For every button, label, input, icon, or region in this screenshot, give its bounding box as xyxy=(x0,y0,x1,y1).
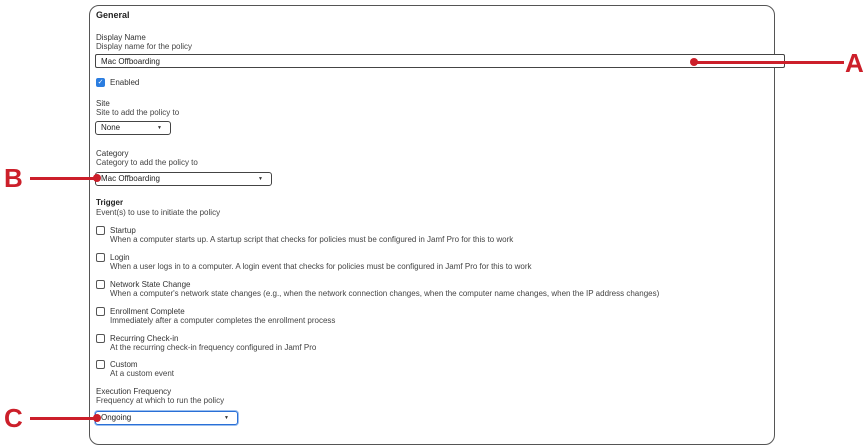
general-heading: General xyxy=(96,10,130,20)
trigger-startup-description: When a computer starts up. A startup scr… xyxy=(110,235,514,244)
trigger-enrollment-complete-checkbox[interactable] xyxy=(96,307,105,316)
trigger-description: Event(s) to use to initiate the policy xyxy=(96,208,221,217)
display-name-input[interactable] xyxy=(95,54,785,68)
site-label: Site xyxy=(96,99,110,108)
trigger-enrollment-complete-label: Enrollment Complete xyxy=(110,307,185,316)
enabled-checkbox[interactable]: ✓ xyxy=(96,78,105,87)
annotation-b-dot xyxy=(93,174,101,182)
trigger-custom-checkbox[interactable] xyxy=(96,360,105,369)
annotation-c-label: C xyxy=(4,403,23,433)
trigger-recurring-check-in-checkbox[interactable] xyxy=(96,334,105,343)
trigger-network-state-change-label: Network State Change xyxy=(110,280,191,289)
trigger-custom-label: Custom xyxy=(110,360,138,369)
trigger-enrollment-complete-description: Immediately after a computer completes t… xyxy=(110,316,336,325)
trigger-login-description: When a user logs in to a computer. A log… xyxy=(110,262,532,271)
annotation-c-dot xyxy=(93,414,101,422)
category-description: Category to add the policy to xyxy=(96,158,198,167)
annotation-c-line xyxy=(30,417,96,420)
category-select[interactable]: Mac Offboarding ▼ xyxy=(95,172,272,186)
category-label: Category xyxy=(96,149,129,158)
execution-frequency-label: Execution Frequency xyxy=(96,387,172,396)
annotation-b-line xyxy=(30,177,96,180)
execution-frequency-select-value: Ongoing xyxy=(101,413,132,422)
trigger-startup-checkbox[interactable] xyxy=(96,226,105,235)
trigger-network-state-change-checkbox[interactable] xyxy=(96,280,105,289)
display-name-description: Display name for the policy xyxy=(96,42,193,51)
category-select-value: Mac Offboarding xyxy=(101,174,160,183)
annotation-b-label: B xyxy=(4,163,23,193)
trigger-login-label: Login xyxy=(110,253,130,262)
check-icon: ✓ xyxy=(97,79,104,86)
site-description: Site to add the policy to xyxy=(96,108,180,117)
trigger-recurring-check-in-label: Recurring Check-in xyxy=(110,334,179,343)
trigger-custom-description: At a custom event xyxy=(110,369,175,378)
chevron-down-icon: ▼ xyxy=(224,415,229,421)
trigger-network-state-change-description: When a computer's network state changes … xyxy=(110,289,660,298)
display-name-label: Display Name xyxy=(96,33,146,42)
site-select[interactable]: None ▼ xyxy=(95,121,171,135)
trigger-startup-label: Startup xyxy=(110,226,136,235)
chevron-down-icon: ▼ xyxy=(157,125,162,131)
annotation-a-label: A xyxy=(845,48,864,78)
enabled-label: Enabled xyxy=(110,78,140,87)
trigger-heading: Trigger xyxy=(96,198,124,207)
site-select-value: None xyxy=(101,123,121,132)
chevron-down-icon: ▼ xyxy=(258,176,263,182)
execution-frequency-select[interactable]: Ongoing ▼ xyxy=(95,411,238,425)
trigger-recurring-check-in-description: At the recurring check-in frequency conf… xyxy=(110,343,317,352)
general-panel xyxy=(89,5,775,445)
trigger-login-checkbox[interactable] xyxy=(96,253,105,262)
annotation-a-line xyxy=(694,61,844,64)
execution-frequency-description: Frequency at which to run the policy xyxy=(96,396,225,405)
